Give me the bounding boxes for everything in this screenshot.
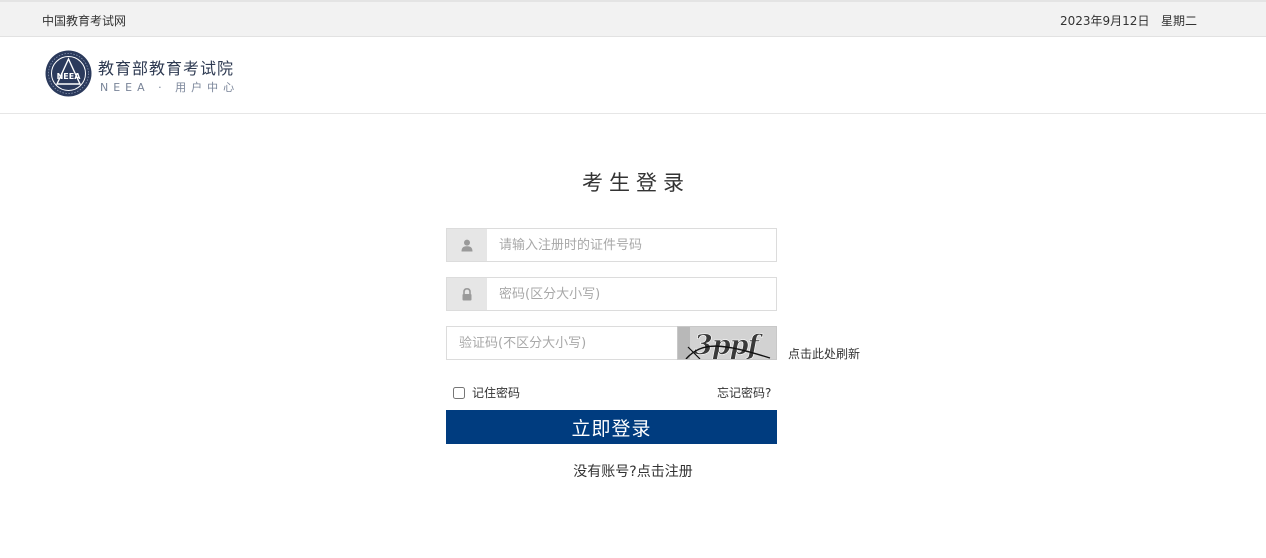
- remember-password-checkbox[interactable]: [453, 386, 465, 399]
- captcha-field: [446, 326, 677, 360]
- id-number-field: [446, 228, 777, 262]
- captcha-image[interactable]: 3ppf: [677, 326, 777, 360]
- org-name: 教育部教育考试院: [98, 59, 235, 78]
- login-button[interactable]: 立即登录: [446, 410, 777, 444]
- register-link[interactable]: 点击注册: [637, 464, 693, 480]
- register-prompt: 没有账号?点击注册: [0, 461, 1266, 481]
- password-input[interactable]: [487, 278, 776, 310]
- captcha-refresh-link[interactable]: 点击此处刷新: [788, 345, 860, 362]
- user-icon: [447, 229, 487, 261]
- top-bar: 中国教育考试网 2023年9月12日 星期二: [0, 0, 1266, 37]
- current-weekday: 星期二: [1161, 14, 1198, 28]
- forgot-password-link[interactable]: 忘记密码?: [717, 384, 771, 401]
- logo-lettering: NEEA: [57, 72, 82, 81]
- current-date: 2023年9月12日: [1060, 14, 1150, 28]
- site-header: NEEA 教育部教育考试院 NEEA · 用户中心: [0, 37, 1266, 114]
- lock-icon: [447, 278, 487, 310]
- captcha-input[interactable]: [447, 327, 677, 359]
- neea-logo-icon[interactable]: NEEA: [45, 50, 92, 97]
- org-subtitle: NEEA · 用户中心: [100, 81, 240, 94]
- register-question: 没有账号?: [573, 464, 637, 480]
- site-name-link[interactable]: 中国教育考试网: [42, 12, 126, 29]
- id-number-input[interactable]: [487, 229, 776, 261]
- remember-password[interactable]: 记住密码: [453, 384, 520, 401]
- captcha-text: 3ppf: [694, 330, 764, 360]
- login-title: 考生登录: [582, 171, 690, 195]
- password-field: [446, 277, 777, 311]
- remember-password-label: 记住密码: [472, 386, 521, 400]
